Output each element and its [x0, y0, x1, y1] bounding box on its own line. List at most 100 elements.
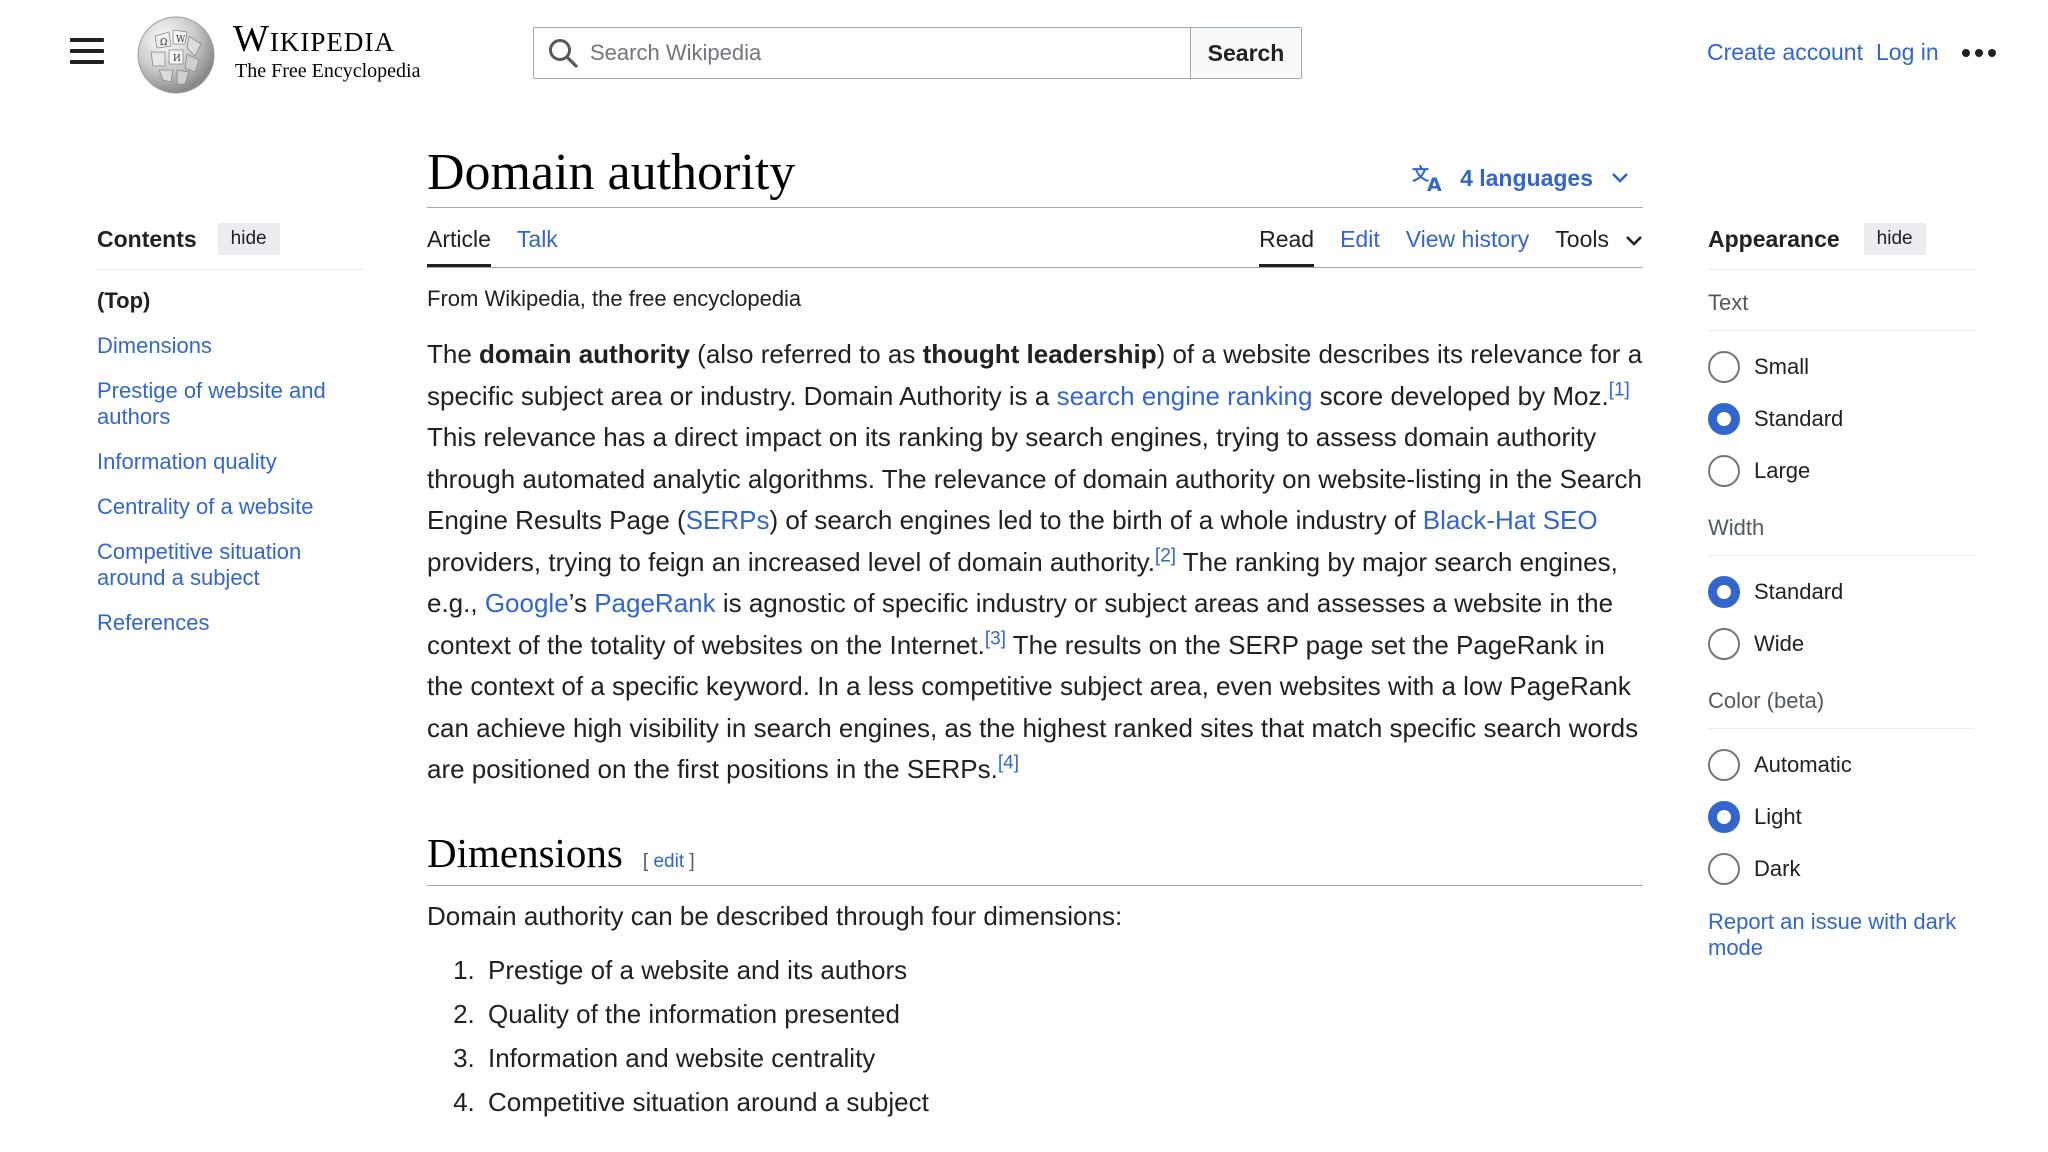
create-account-link[interactable]: Create account [1707, 39, 1863, 66]
wikipedia-wordmark[interactable]: Wikipedia The Free Encyclopedia [233, 18, 420, 82]
menu-line [70, 60, 104, 64]
toc-title: Contents [97, 225, 197, 252]
toc-header: Contents hide [97, 221, 363, 270]
chevron-down-icon [1612, 173, 1628, 183]
view-tabs: Read Edit View history Tools [1233, 208, 1643, 267]
tab-talk[interactable]: Talk [517, 207, 558, 267]
text: score developed by Moz. [1312, 380, 1609, 411]
toc-list: (Top) Dimensions Prestige of website and… [97, 288, 363, 636]
search-box[interactable] [533, 27, 1190, 79]
text: (also referred to as [689, 339, 923, 369]
text-size-options: Small Standard Large [1708, 351, 1974, 495]
menu-line [70, 49, 104, 53]
tab-view-history[interactable]: View history [1406, 207, 1530, 267]
tab-tools[interactable]: Tools [1555, 207, 1643, 267]
languages-label: 4 languages [1460, 164, 1593, 191]
toc-item-prestige[interactable]: Prestige of website and authors [97, 378, 363, 430]
svg-text:A: A [1427, 174, 1442, 193]
toc-item-competitive-situation[interactable]: Competitive situation around a subject [97, 539, 363, 591]
section-intro: Domain authority can be described throug… [427, 900, 1123, 931]
reference-link[interactable]: [3] [985, 628, 1006, 649]
bold-term: domain authority [479, 339, 690, 369]
bold-term: thought leadership [922, 339, 1157, 369]
appearance-header: Appearance hide [1708, 221, 1974, 270]
tab-article[interactable]: Article [427, 207, 491, 267]
reference-link[interactable]: [4] [998, 752, 1019, 773]
toc-item-references[interactable]: References [97, 610, 363, 636]
text-size-label: Text [1708, 290, 1974, 331]
page-tabs: Article Talk Read Edit View history Tool… [427, 208, 1643, 268]
namespace-tabs: Article Talk [427, 208, 584, 267]
toc-item-centrality[interactable]: Centrality of a website [97, 494, 363, 520]
search-button[interactable]: Search [1190, 27, 1302, 79]
log-in-link[interactable]: Log in [1876, 39, 1939, 66]
link-pagerank[interactable]: PageRank [594, 588, 715, 618]
bracket: ] [689, 850, 695, 872]
radio-color-light[interactable]: Light [1708, 801, 1974, 833]
radio-indicator [1708, 351, 1740, 383]
list-item: Competitive situation around a subject [482, 1080, 1643, 1124]
more-options-icon[interactable] [1961, 48, 1996, 57]
toc-item-top[interactable]: (Top) [97, 288, 363, 314]
svg-text:Ω: Ω [160, 38, 167, 48]
logo-tagline: The Free Encyclopedia [235, 60, 421, 82]
toc-hide-button[interactable]: hide [217, 223, 280, 255]
main-menu-button[interactable] [70, 38, 104, 68]
radio-text-small[interactable]: Small [1708, 351, 1974, 383]
radio-color-dark[interactable]: Dark [1708, 853, 1974, 885]
dot [1974, 48, 1983, 57]
article-main: Domain authority 文 A 4 languages Article… [427, 140, 1643, 1124]
user-links: Create account Log in [1707, 39, 1996, 66]
link-black-hat-seo[interactable]: Black-Hat SEO [1423, 505, 1598, 535]
dimensions-list: Prestige of a website and its authors Qu… [482, 948, 1643, 1124]
radio-indicator [1708, 801, 1740, 833]
text: ) of search engines led to the birth of … [769, 505, 1423, 535]
radio-indicator [1708, 628, 1740, 660]
reference-link[interactable]: [1] [1609, 379, 1630, 400]
radio-text-standard[interactable]: Standard [1708, 403, 1974, 435]
site-tagline: From Wikipedia, the free encyclopedia [427, 286, 802, 311]
section-edit-link[interactable]: edit [653, 851, 684, 872]
search-icon [549, 39, 578, 68]
languages-button[interactable]: 文 A 4 languages [1412, 163, 1643, 193]
bracket: [ [642, 850, 649, 872]
radio-width-wide[interactable]: Wide [1708, 628, 1974, 660]
toc-item-dimensions[interactable]: Dimensions [97, 333, 363, 359]
text: ’s [568, 588, 595, 618]
logo-title: Wikipedia [233, 18, 395, 60]
tab-read[interactable]: Read [1259, 207, 1315, 267]
search-form: Search [533, 27, 1302, 79]
menu-line [70, 38, 104, 42]
search-input[interactable] [590, 40, 1190, 66]
width-options: Standard Wide [1708, 576, 1974, 668]
page-title: Domain authority [427, 144, 796, 201]
list-item: Information and website centrality [482, 1036, 1643, 1080]
radio-indicator [1708, 576, 1740, 608]
radio-indicator [1708, 455, 1740, 487]
reference-link[interactable]: [2] [1155, 545, 1176, 566]
color-label: Color (beta) [1708, 688, 1974, 729]
svg-text:И: И [173, 54, 181, 64]
appearance-hide-button[interactable]: hide [1863, 223, 1926, 255]
link-search-engine-ranking[interactable]: search engine ranking [1057, 381, 1313, 411]
width-label: Width [1708, 515, 1974, 556]
section-edit: [ edit ] [643, 851, 695, 873]
radio-width-standard[interactable]: Standard [1708, 576, 1974, 608]
svg-text:W: W [176, 35, 186, 45]
tab-edit[interactable]: Edit [1340, 207, 1380, 267]
radio-color-automatic[interactable]: Automatic [1708, 749, 1974, 781]
link-google[interactable]: Google [485, 588, 569, 618]
section-title: Dimensions [427, 829, 623, 876]
radio-label: Small [1754, 354, 1810, 379]
radio-label: Standard [1754, 406, 1844, 431]
radio-label: Light [1754, 804, 1802, 829]
wikipedia-globe-logo[interactable]: Ω W И [135, 14, 217, 96]
radio-text-large[interactable]: Large [1708, 455, 1974, 487]
report-dark-mode-link[interactable]: Report an issue with dark mode [1708, 909, 1974, 961]
intro-paragraph: The domain authority (also referred to a… [427, 334, 1647, 791]
radio-label: Large [1754, 458, 1811, 483]
link-serps[interactable]: SERPs [686, 505, 770, 535]
table-of-contents: Contents hide (Top) Dimensions Prestige … [97, 221, 363, 655]
translate-icon: 文 A [1412, 164, 1442, 193]
toc-item-information-quality[interactable]: Information quality [97, 449, 363, 475]
